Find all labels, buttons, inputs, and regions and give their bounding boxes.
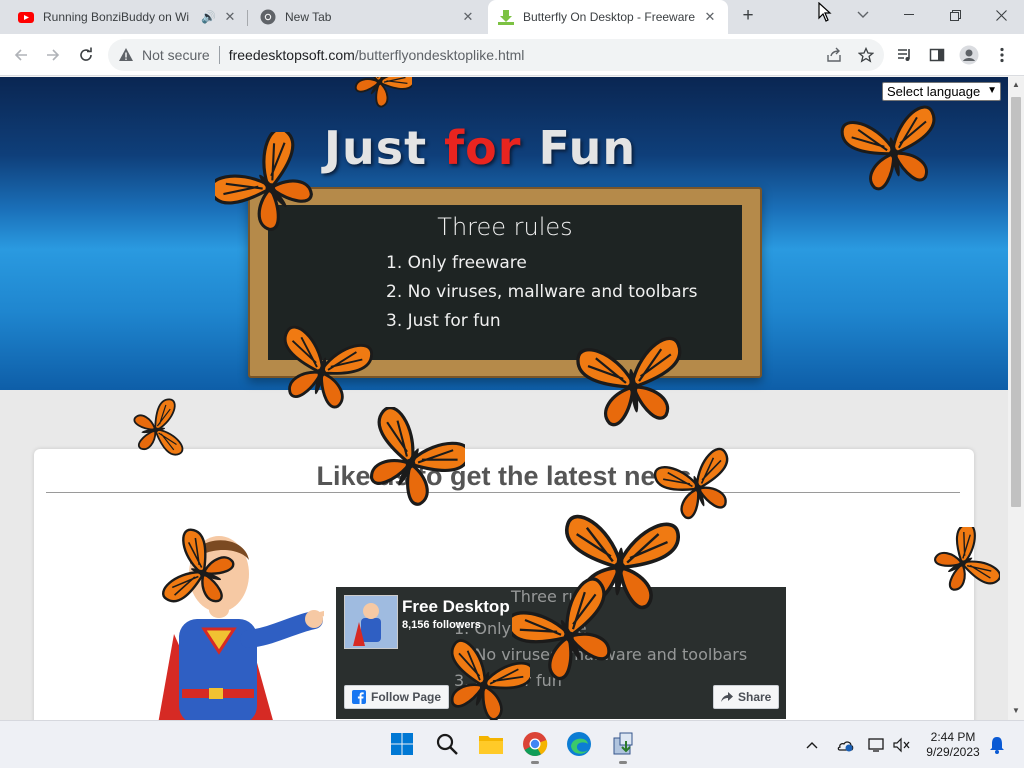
fb-page-name[interactable]: Free Desktop	[402, 597, 510, 617]
address-bar[interactable]: Not secure freedesktopsoft.com/butterfly…	[108, 39, 884, 71]
warning-icon[interactable]	[118, 47, 134, 63]
tab-strip: Running BonziBuddy on Wi 🔊 ✕ New Tab ✕ B…	[0, 0, 1024, 34]
butterfly-icon[interactable]	[160, 527, 240, 617]
clock-time: 2:44 PM	[930, 730, 976, 744]
butterfly-icon[interactable]	[215, 132, 320, 237]
clock-date: 9/29/2023	[926, 745, 980, 759]
tab-search-chevron-icon[interactable]	[840, 0, 886, 30]
board-title: Three rules	[437, 213, 573, 241]
reload-button[interactable]	[73, 42, 99, 68]
follow-page-button[interactable]: Follow Page	[344, 685, 450, 709]
close-tab-icon[interactable]: ✕	[460, 9, 476, 25]
hero-title-just: Just	[323, 121, 445, 175]
close-tab-icon[interactable]: ✕	[222, 9, 238, 25]
mouse-cursor-icon	[818, 1, 832, 27]
scroll-down-arrow-icon[interactable]: ▼	[1012, 706, 1020, 715]
back-button[interactable]	[8, 42, 34, 68]
edge-icon[interactable]	[564, 729, 594, 759]
file-explorer-icon[interactable]	[476, 729, 506, 759]
url-path: /butterflyondesktoplike.html	[354, 47, 525, 63]
fb-share-button[interactable]: Share	[713, 685, 780, 709]
hero-title-fun: Fun	[521, 121, 637, 175]
youtube-icon	[18, 12, 34, 23]
windows-taskbar: 2:44 PM 9/29/2023	[0, 720, 1024, 768]
page-scrollbar[interactable]: ▲ ▼	[1008, 77, 1024, 720]
installer-icon[interactable]	[608, 729, 638, 764]
language-select-value: Select language	[887, 84, 981, 99]
scroll-up-arrow-icon[interactable]: ▲	[1012, 80, 1020, 89]
browser-toolbar: Not secure freedesktopsoft.com/butterfly…	[0, 34, 1024, 76]
butterfly-icon[interactable]	[350, 77, 412, 111]
chevron-down-icon: ▼	[987, 85, 997, 96]
share-icon[interactable]	[826, 47, 842, 63]
tab-new-tab[interactable]: New Tab ✕	[250, 0, 486, 34]
tab-divider	[247, 10, 248, 26]
forward-button[interactable]	[40, 42, 66, 68]
tab-title: Running BonziBuddy on Wi	[43, 10, 190, 24]
chrome-icon[interactable]	[520, 729, 550, 764]
new-tab-button[interactable]: +	[737, 5, 759, 27]
fb-share-label: Share	[738, 690, 772, 704]
chrome-icon	[260, 9, 276, 25]
board-rule: 3. Just for fun	[386, 311, 501, 331]
tab-title: Butterfly On Desktop - Freeware	[523, 10, 696, 24]
url-text[interactable]: freedesktopsoft.com/butterflyondesktopli…	[229, 47, 525, 63]
url-domain: freedesktopsoft.com	[228, 47, 355, 63]
media-control-icon[interactable]	[892, 42, 918, 68]
restore-button[interactable]	[932, 0, 978, 30]
profile-avatar-icon[interactable]	[956, 42, 982, 68]
board-rule: 2. No viruses, mallware and toolbars	[386, 282, 698, 302]
butterfly-icon[interactable]	[360, 407, 465, 512]
tab-bonzibuddy[interactable]: Running BonziBuddy on Wi 🔊 ✕	[8, 0, 248, 34]
hero-title: Just for Fun	[0, 121, 960, 175]
butterfly-icon[interactable]	[555, 327, 710, 437]
minimize-button[interactable]	[886, 0, 932, 30]
speaker-icon[interactable]: 🔊	[201, 10, 216, 24]
scrollbar-thumb[interactable]	[1011, 97, 1021, 507]
side-panel-icon[interactable]	[924, 42, 950, 68]
butterfly-icon[interactable]	[930, 527, 1000, 597]
butterfly-icon[interactable]	[838, 99, 948, 199]
notification-bell-icon[interactable]	[986, 734, 1008, 756]
windows-start-icon[interactable]	[387, 729, 417, 759]
hero-title-for: for	[444, 121, 522, 175]
volume-muted-icon[interactable]	[890, 734, 912, 756]
taskbar-clock[interactable]: 2:44 PM 9/29/2023	[918, 730, 988, 760]
tray-overflow-chevron-icon[interactable]	[801, 734, 823, 756]
search-icon[interactable]	[432, 729, 462, 759]
close-window-button[interactable]	[978, 0, 1024, 30]
download-arrow-icon	[498, 10, 514, 25]
card-divider	[46, 492, 960, 493]
bookmark-star-icon[interactable]	[858, 47, 874, 63]
address-divider	[218, 46, 220, 64]
facebook-icon	[352, 690, 366, 704]
butterfly-icon[interactable]	[128, 387, 188, 472]
board-rule: 1. Only freeware	[386, 253, 527, 273]
not-secure-label[interactable]: Not secure	[142, 47, 210, 63]
butterfly-icon[interactable]	[270, 321, 375, 416]
onedrive-icon[interactable]	[834, 734, 856, 756]
chrome-menu-icon[interactable]	[989, 42, 1015, 68]
page-viewport: Just for Fun Three rules 1. Only freewar…	[0, 77, 1008, 720]
butterfly-icon[interactable]	[440, 637, 530, 720]
follow-page-label: Follow Page	[371, 690, 442, 704]
fb-page-avatar[interactable]	[344, 595, 398, 649]
share-arrow-icon	[721, 692, 733, 702]
fb-followers-count: 8,156 followers	[402, 619, 481, 631]
close-tab-icon[interactable]: ✕	[702, 9, 718, 25]
display-icon[interactable]	[866, 734, 888, 756]
tab-butterfly[interactable]: Butterfly On Desktop - Freeware ✕	[488, 0, 728, 34]
tab-title: New Tab	[285, 10, 332, 24]
